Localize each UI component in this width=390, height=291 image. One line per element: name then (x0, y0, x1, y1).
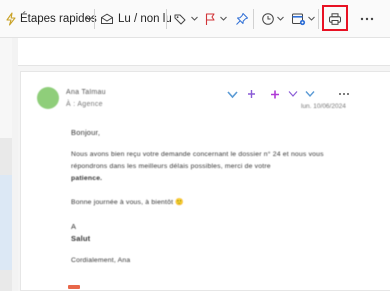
message-date: lun. 10/06/2024 (301, 103, 346, 110)
chevron-down-icon[interactable] (274, 12, 287, 25)
body-line: A (71, 222, 77, 231)
attachment-indicator[interactable] (68, 285, 80, 289)
lightning-icon (6, 12, 16, 26)
avatar[interactable] (37, 87, 59, 109)
chevron-down-icon[interactable] (305, 12, 318, 25)
message-more-icon[interactable] (338, 92, 350, 96)
envelope-icon (101, 13, 113, 24)
reply-icon[interactable] (227, 90, 238, 99)
body-line: Bonne journée à vous, à bientôt 🙂 (71, 199, 184, 206)
flag-icon (205, 13, 215, 25)
more-options-button[interactable] (360, 0, 374, 38)
body-line: répondrons dans les meilleurs délais pos… (71, 163, 271, 170)
chevron-down-icon[interactable] (217, 12, 230, 25)
message-list-item-selected[interactable] (0, 175, 12, 270)
pin-icon (236, 13, 248, 25)
toolbar-divider (318, 9, 319, 29)
chevron-down-icon[interactable] (188, 12, 201, 25)
print-button-highlight (322, 5, 348, 31)
calendar-icon (292, 13, 306, 26)
read-unread-button[interactable]: Lu / non lu (100, 0, 172, 38)
categorize-button[interactable] (173, 0, 187, 38)
message-list-item[interactable] (0, 38, 12, 138)
sender-name[interactable]: Ana Talmau (66, 89, 106, 96)
toolbar-divider (166, 9, 167, 29)
tag-icon (174, 14, 186, 25)
greeting-text: Bonjour, (71, 128, 101, 137)
pin-button[interactable] (235, 0, 249, 38)
read-unread-label: Lu / non lu (118, 13, 172, 25)
reply-all-icon[interactable] (247, 89, 256, 99)
body-line: Salut (71, 234, 91, 243)
previous-message-card[interactable] (18, 38, 390, 66)
toolbar-divider (94, 9, 95, 29)
clock-icon (262, 13, 274, 25)
flag-button[interactable] (204, 0, 216, 38)
command-toolbar: Étapes rapides Lu / non lu (0, 0, 390, 38)
more-icon (360, 17, 374, 21)
toolbar-divider (253, 9, 254, 29)
signature-line: Cordialement, Ana (71, 257, 131, 264)
forward-icon[interactable] (288, 90, 298, 99)
calendar-button[interactable] (291, 0, 306, 38)
reaction-icon[interactable] (305, 90, 315, 99)
add-icon[interactable] (270, 90, 280, 99)
snooze-button[interactable] (261, 0, 275, 38)
recipient-line: À : Agence (66, 101, 103, 108)
body-line: Nous avons bien reçu votre demande conce… (71, 151, 324, 158)
body-line: patience. (71, 175, 103, 182)
